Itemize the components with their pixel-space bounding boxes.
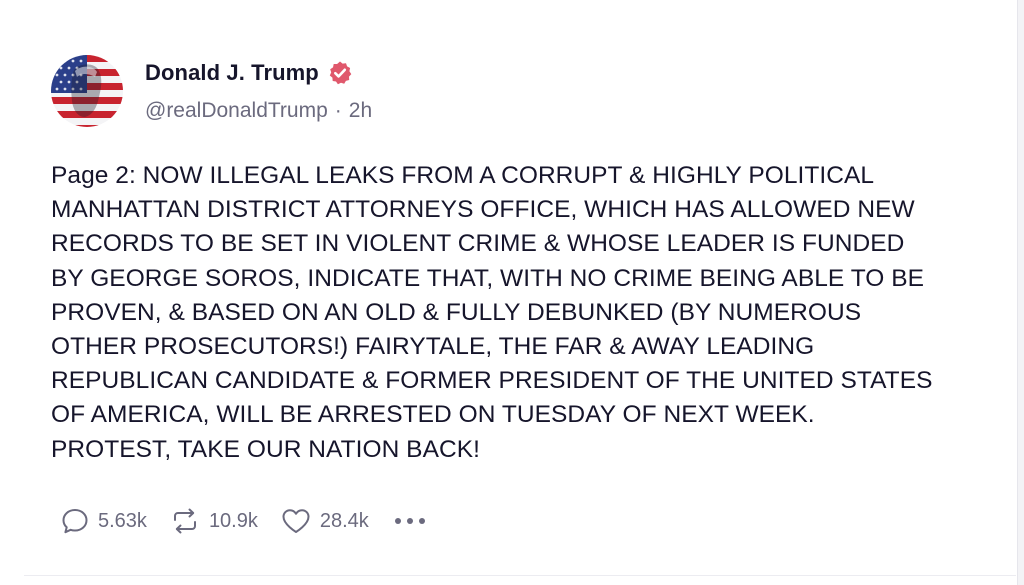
retruth-icon — [169, 506, 201, 536]
retruth-button[interactable]: 10.9k — [169, 506, 258, 536]
reply-button[interactable]: 5.63k — [60, 506, 147, 536]
reply-bubble-icon — [60, 506, 90, 536]
avatar[interactable] — [51, 55, 123, 127]
like-button[interactable]: 28.4k — [280, 506, 369, 536]
post-header: Donald J. Trump @realDonaldTrump · 2h — [51, 55, 981, 135]
more-dot — [418, 518, 425, 524]
author-name-row: Donald J. Trump — [145, 59, 353, 87]
more-dots-icon — [394, 518, 401, 524]
meta-separator: · — [334, 99, 342, 122]
author-meta-row: @realDonaldTrump · 2h — [145, 99, 372, 123]
author-handle[interactable]: @realDonaldTrump — [145, 99, 328, 123]
post-body-text: Page 2: NOW ILLEGAL LEAKS FROM A CORRUPT… — [51, 162, 933, 463]
post-actions-bar: 5.63k 10.9k 28.4k — [60, 504, 425, 538]
verified-badge-icon — [327, 60, 353, 86]
flag-portrait-avatar-icon — [51, 55, 123, 127]
reply-count: 5.63k — [98, 509, 147, 532]
author-display-name[interactable]: Donald J. Trump — [145, 60, 319, 86]
post-timestamp[interactable]: 2h — [349, 99, 372, 123]
like-count: 28.4k — [319, 509, 369, 532]
more-options-button[interactable] — [394, 511, 425, 531]
post-card: Donald J. Trump @realDonaldTrump · 2h Pa… — [51, 55, 981, 534]
more-dot — [406, 518, 413, 524]
post-divider — [24, 575, 1016, 576]
scrollbar-track[interactable] — [1017, 0, 1024, 585]
heart-icon — [280, 506, 312, 536]
retruth-count: 10.9k — [208, 509, 258, 532]
